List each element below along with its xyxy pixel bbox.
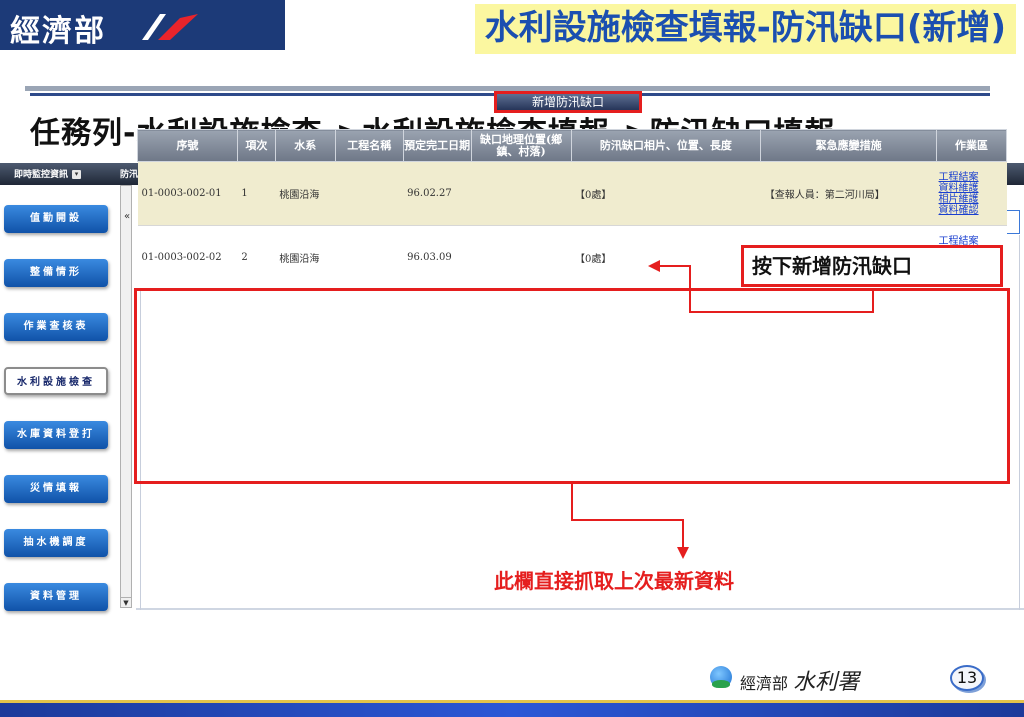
table-cell: 2 [237, 225, 276, 290]
sidebar-button[interactable]: 災情填報 [4, 475, 108, 503]
table-cell: 【0處】 [571, 161, 761, 226]
column-header: 序號 [137, 129, 238, 162]
table-row: 01-0003-002-01 1 桃園沿海 96.02.27 【0處】 【查報人員：第二河… [137, 161, 1007, 226]
water-wave-icon [712, 680, 730, 688]
table-cell: 96.03.09 [403, 225, 472, 290]
table-cell: 【0處】 [571, 225, 761, 290]
slide-header: 經濟部 水利設施檢查填報-防汛缺口(新增) [0, 0, 1024, 58]
table-cell [471, 225, 572, 290]
footer-ministry: 經濟部 [740, 674, 789, 693]
table-cell: 01-0003-002-02 [137, 225, 238, 290]
table-cell: 1 [237, 161, 276, 226]
column-header: 緊急應變措施 [760, 129, 938, 162]
logo-text: 經濟部 [10, 14, 106, 49]
column-header: 作業區 [936, 129, 1007, 162]
sidebar-button[interactable]: 整備情形 [4, 259, 108, 287]
sidebar-button[interactable]: 作業查核表 [4, 313, 108, 341]
note-latest-data: 此欄直接抓取上次最新資料 [494, 569, 734, 593]
table-cell: 桃園沿海 [275, 225, 336, 290]
action-link[interactable]: 工程結案 [939, 172, 1007, 183]
callout-add-button: 按下新增防汛缺口 [741, 245, 1003, 287]
sidebar-button[interactable]: 水利設施檢查 [4, 367, 108, 395]
table-cell: 桃園沿海 [275, 161, 336, 226]
action-links: 工程結案資料維護相片維護資料確認 [936, 161, 1007, 226]
table-cell [335, 225, 404, 290]
dropdown-caret-icon: ▾ [72, 170, 82, 179]
column-header: 項次 [236, 129, 276, 162]
app-sidebar: ▼ « 值勤開設整備情形作業查核表水利設施檢查 水庫資料登打 災情填報抽水機調度資料… [0, 185, 136, 611]
add-flood-gap-button[interactable]: 新增防汛缺口 [494, 91, 642, 113]
sidebar-scrollbar[interactable]: ▼ [120, 185, 132, 608]
table-cell: 96.02.27 [403, 161, 472, 226]
slide-title: 水利設施檢查填報-防汛缺口(新增) [474, 4, 1016, 54]
content-area [140, 235, 1020, 610]
column-header: 工程名稱 [334, 129, 404, 162]
page-number: 13 [950, 665, 984, 691]
moea-logo: 經濟部 [0, 0, 285, 50]
collapse-sidebar-icon[interactable]: « [124, 211, 130, 222]
table-header-row: 序號 項次 水系 工程名稱 預定完工日期 缺口地理位置(鄉鎮、村落) 防汛缺口相片、位置、長… [137, 129, 1007, 162]
column-header: 缺口地理位置(鄉鎮、村落) [470, 129, 572, 162]
sidebar-button[interactable]: 水庫資料登打 [4, 421, 108, 449]
action-link[interactable]: 相片維護 [939, 194, 1007, 205]
bottom-bar [0, 700, 1024, 717]
sidebar-button[interactable]: 資料管理 [4, 583, 108, 611]
action-link[interactable]: 資料維護 [939, 183, 1007, 194]
scroll-down-icon[interactable]: ▼ [121, 597, 131, 607]
column-header: 預定完工日期 [402, 129, 472, 162]
table-cell: 【查報人員：第二河川局】 [760, 161, 937, 226]
column-header: 防汛缺口相片、位置、長度 [570, 129, 762, 162]
footer-agency: 水利署 [793, 670, 860, 695]
sidebar-button[interactable]: 值勤開設 [4, 205, 108, 233]
logo-swoosh-icon [142, 14, 198, 40]
action-link[interactable]: 資料確認 [939, 205, 1007, 216]
table-cell [471, 161, 572, 226]
table-cell [335, 161, 404, 226]
menu-item[interactable]: 即時監控資訊 ▾ [14, 167, 82, 180]
sidebar-button[interactable]: 抽水機調度 [4, 529, 108, 557]
table-cell: 01-0003-002-01 [137, 161, 238, 226]
column-header: 水系 [274, 129, 336, 162]
